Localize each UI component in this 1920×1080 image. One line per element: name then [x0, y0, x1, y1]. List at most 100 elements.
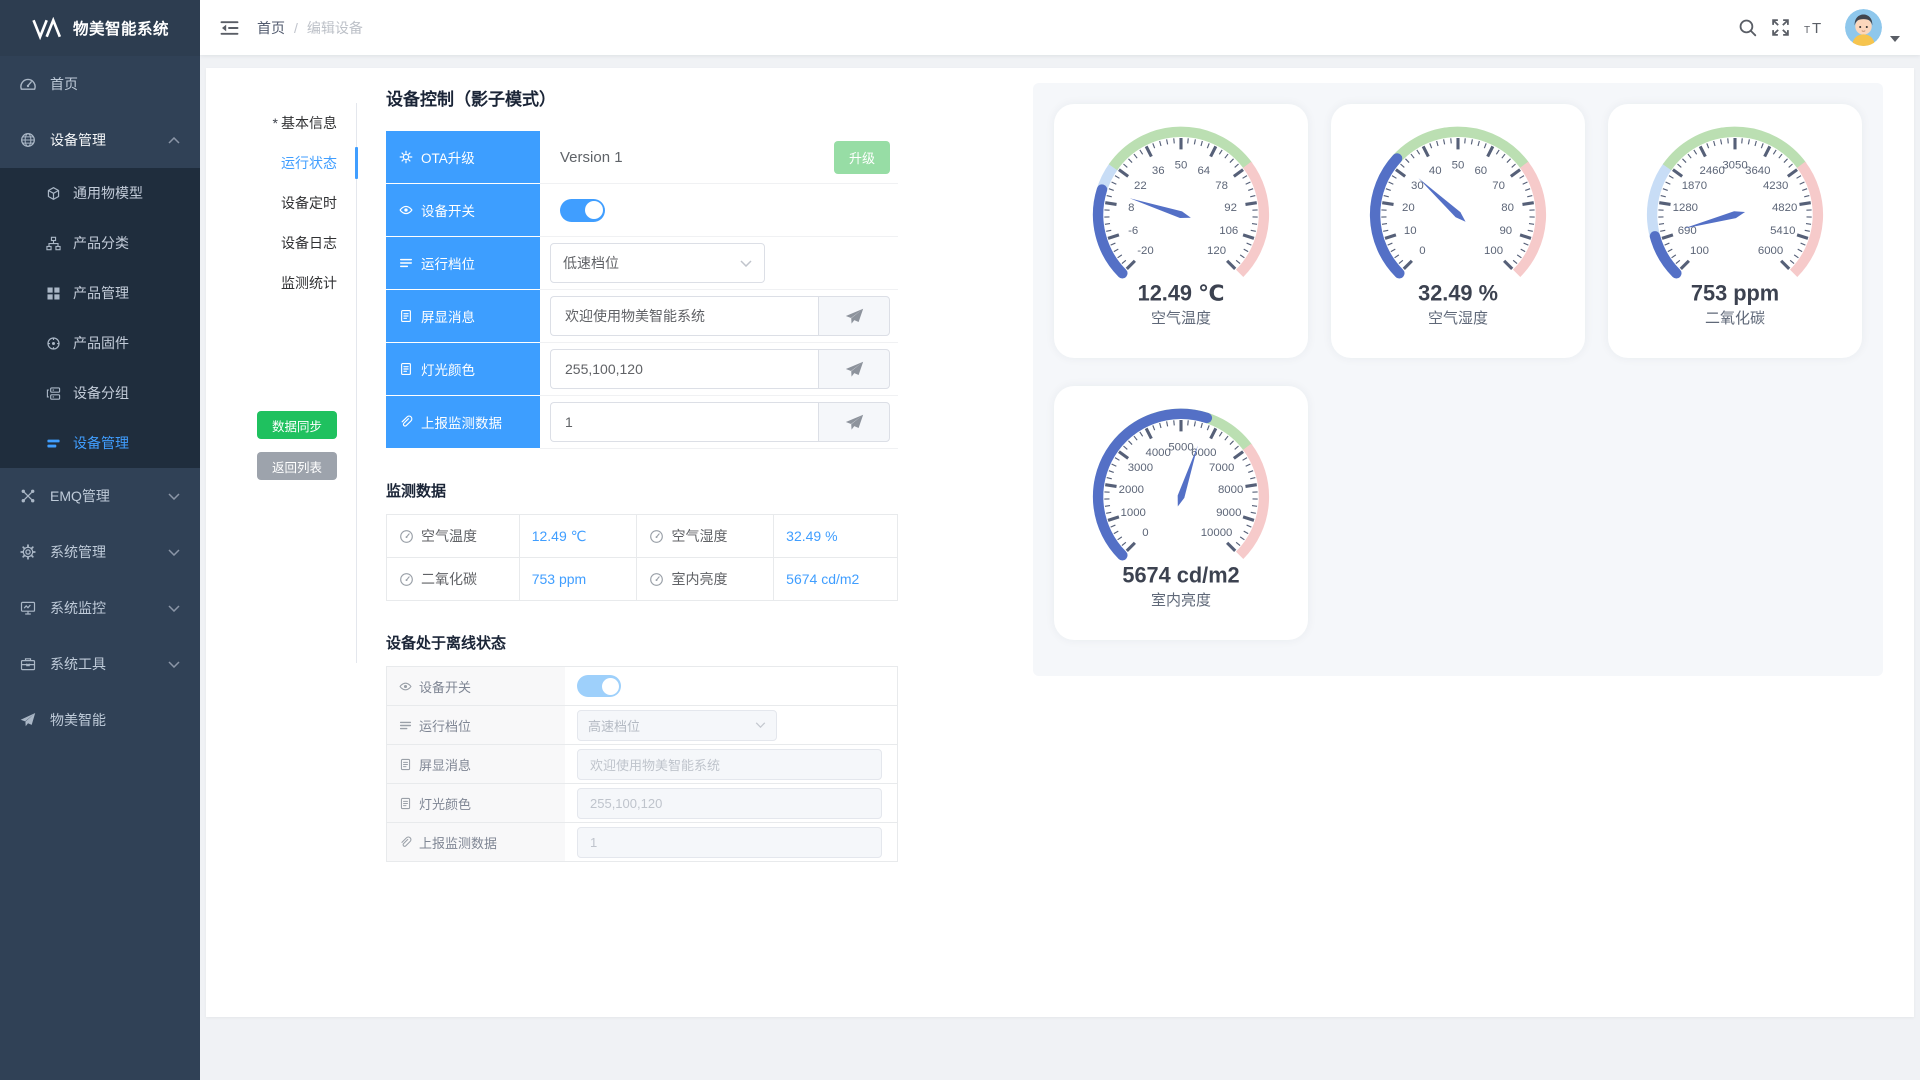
gauge-card-二氧化碳: 1006901280187024603050364042304820541060… [1608, 104, 1862, 358]
svg-text:6000: 6000 [1758, 245, 1783, 257]
gauge-card-空气湿度: 010203040506070809010032.49 %空气湿度 [1331, 104, 1585, 358]
shadow-row-label: 运行档位 [386, 237, 540, 290]
run-gear-select[interactable]: 低速档位 [550, 243, 765, 283]
caret-down-icon[interactable] [1890, 36, 1900, 42]
offline-row: 运行档位高速档位 [387, 706, 897, 745]
svg-text:92: 92 [1224, 202, 1237, 214]
shadow-form-row: 上报监测数据 [386, 396, 898, 449]
tab-基本信息[interactable]: *基本信息 [206, 103, 356, 143]
sidebar-item-5[interactable]: 系统监控 [0, 580, 200, 636]
monitor-icon [20, 600, 36, 616]
svg-text:5410: 5410 [1770, 225, 1795, 237]
firmware-icon [46, 336, 61, 351]
send-button[interactable] [818, 402, 890, 442]
input-group [550, 296, 890, 336]
sidebar-subitem-通用物模型[interactable]: 通用物模型 [0, 168, 200, 218]
svg-text:36: 36 [1152, 165, 1165, 177]
back-to-list-button[interactable]: 返回列表 [257, 452, 337, 480]
group-icon [46, 386, 61, 401]
shadow-input-4[interactable] [550, 349, 818, 389]
gauge-title: 室内亮度 [1151, 589, 1211, 610]
svg-text:1280: 1280 [1673, 202, 1698, 214]
tab-label: 运行状态 [281, 155, 337, 171]
fullscreen-icon[interactable] [1771, 18, 1790, 37]
svg-text:78: 78 [1215, 180, 1228, 192]
breadcrumb-separator: / [294, 20, 298, 36]
logo-mark-icon [31, 17, 64, 40]
sidebar-subitem-设备管理[interactable]: 设备管理 [0, 418, 200, 468]
font-size-icon[interactable]: TT [1804, 18, 1825, 37]
shadow-input-3[interactable] [550, 296, 818, 336]
offline-row: 灯光颜色255,100,120 [387, 784, 897, 823]
monitor-value[interactable]: 5674 cd/m2 [774, 558, 898, 601]
tab-设备定时[interactable]: 设备定时 [206, 183, 356, 223]
svg-text:50: 50 [1175, 159, 1188, 171]
svg-text:8000: 8000 [1218, 484, 1243, 496]
upgrade-button[interactable]: 升级 [834, 141, 890, 174]
sidebar-collapse-icon[interactable] [220, 20, 239, 36]
paperclip-icon [399, 415, 413, 429]
shadow-row-control [540, 396, 898, 449]
shadow-form-row: 灯光颜色 [386, 343, 898, 396]
offline-row-label-text: 灯光颜色 [419, 794, 471, 813]
user-avatar[interactable] [1845, 9, 1882, 46]
doc-icon [399, 362, 413, 376]
sidebar-item-1[interactable]: 首页 [0, 56, 200, 112]
gauge-icon [399, 572, 414, 587]
monitor-label-text: 空气温度 [421, 528, 477, 544]
tab-监测统计[interactable]: 监测统计 [206, 263, 356, 303]
monitor-row: 二氧化碳753 ppm室内亮度5674 cd/m2 [387, 558, 898, 601]
svg-text:T: T [1804, 25, 1810, 36]
sidebar-subitem-产品分类[interactable]: 产品分类 [0, 218, 200, 268]
svg-text:100: 100 [1484, 245, 1503, 257]
sidebar-item-6[interactable]: 系统工具 [0, 636, 200, 692]
app-logo[interactable]: 物美智能系统 [0, 0, 200, 56]
svg-text:64: 64 [1197, 165, 1210, 177]
chevron-up-icon [168, 137, 180, 144]
shadow-input-5[interactable] [550, 402, 818, 442]
sidebar-item-label: 首页 [50, 74, 78, 94]
search-icon[interactable] [1738, 18, 1757, 37]
tab-label: 基本信息 [281, 115, 337, 131]
monitor-value[interactable]: 753 ppm [519, 558, 637, 601]
offline-row-control: 1 [565, 823, 897, 861]
emq-icon [20, 488, 36, 504]
shadow-row-label-text: 设备开关 [421, 200, 475, 220]
send-button[interactable] [818, 296, 890, 336]
sync-data-button[interactable]: 数据同步 [257, 411, 337, 439]
sidebar-item-7[interactable]: 物美智能 [0, 692, 200, 748]
cube-icon [46, 186, 61, 201]
send-button[interactable] [818, 349, 890, 389]
tab-设备日志[interactable]: 设备日志 [206, 223, 356, 263]
chevron-down-icon [168, 661, 180, 668]
monitor-value[interactable]: 12.49 ℃ [519, 515, 637, 558]
sidebar-item-3[interactable]: EMQ管理 [0, 468, 200, 524]
monitor-value[interactable]: 32.49 % [774, 515, 898, 558]
device-switch-toggle[interactable] [560, 199, 605, 222]
gauge-title: 二氧化碳 [1705, 307, 1765, 328]
tab-运行状态[interactable]: 运行状态 [206, 143, 356, 183]
gauge-title: 空气湿度 [1428, 307, 1488, 328]
sidebar-item-2[interactable]: 设备管理 [0, 112, 200, 168]
breadcrumb-home[interactable]: 首页 [257, 18, 285, 38]
sidebar-subitem-label: 产品固件 [73, 333, 129, 353]
shadow-row-control: Version 1升级 [540, 131, 898, 184]
sidebar-subitem-产品固件[interactable]: 产品固件 [0, 318, 200, 368]
topbar-tools: TT [1738, 9, 1900, 46]
breadcrumb-current: 编辑设备 [307, 18, 363, 38]
shadow-row-label-text: 上报监测数据 [421, 412, 502, 432]
gauge-card-空气温度: -20-6822365064789210612012.49 ℃空气温度 [1054, 104, 1308, 358]
sidebar-subitem-产品管理[interactable]: 产品管理 [0, 268, 200, 318]
breadcrumb: 首页 / 编辑设备 [257, 18, 363, 38]
sidebar-item-4[interactable]: 系统管理 [0, 524, 200, 580]
svg-text:8: 8 [1128, 202, 1134, 214]
shadow-row-control [540, 290, 898, 343]
doc-icon [399, 758, 412, 771]
device-tabs: *基本信息运行状态设备定时设备日志监测统计数据同步返回列表 [206, 103, 357, 663]
svg-text:10000: 10000 [1201, 527, 1233, 539]
sidebar-subitem-设备分组[interactable]: 设备分组 [0, 368, 200, 418]
chevron-down-icon [168, 549, 180, 556]
offline-table: 设备开关运行档位高速档位屏显消息欢迎使用物美智能系统灯光颜色255,100,12… [386, 666, 898, 862]
shadow-row-control [540, 184, 898, 237]
shadow-row-label: 灯光颜色 [386, 343, 540, 396]
